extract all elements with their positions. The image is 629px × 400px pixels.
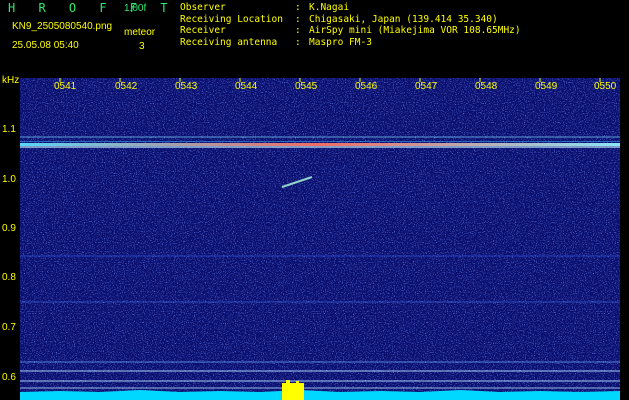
carrier-band — [20, 143, 620, 146]
filename-label: KN9_2505080540.png — [12, 21, 113, 32]
x-tick-label: 0544 — [235, 81, 258, 92]
x-tick-label: 0547 — [415, 81, 438, 92]
y-tick-label: 1.0 — [2, 174, 16, 185]
x-tick-label: 0545 — [295, 81, 318, 92]
carrier-band-upper — [20, 141, 620, 142]
carrier-band-lower — [20, 146, 620, 148]
meteor-burst-peak — [296, 381, 299, 384]
info-value: Chigasaki, Japan (139.414 35.340) — [309, 13, 498, 25]
meteor-label: meteor — [124, 27, 156, 38]
info-value: AirSpy mini (Miakejima VOR 108.65MHz) — [309, 25, 521, 36]
header-panel: H R O F F T 1.00f KN9_2505080540.png 25.… — [0, 0, 629, 72]
spectrogram-display — [20, 78, 620, 400]
noise-layer — [20, 78, 620, 400]
version-label: 1.00f — [124, 3, 147, 14]
info-key: Receiving Location — [180, 13, 283, 25]
info-key: Receiver — [180, 25, 226, 36]
info-row-antenna: Receiving antenna: Maspro FM-3 — [180, 37, 521, 49]
info-value: K.Nagai — [309, 2, 350, 13]
x-tick-label: 0542 — [115, 81, 138, 92]
app-title: H R O F F T — [8, 1, 176, 15]
observation-info: Observer: K.Nagai Receiving Location: Chig… — [180, 2, 521, 48]
x-tick-label: 0546 — [355, 81, 378, 92]
info-separator: : — [295, 25, 301, 36]
y-tick-label: 0.7 — [2, 322, 16, 333]
spectrogram-svg — [20, 78, 620, 400]
y-tick-label: 0.6 — [2, 372, 16, 383]
x-tick-label: 0550 — [594, 81, 617, 92]
signal-strength-strip — [20, 392, 620, 400]
info-row-receiver: Receiver: AirSpy mini (Miakejima VOR 108.… — [180, 25, 521, 37]
y-tick-label: 0.9 — [2, 223, 16, 234]
x-tick-label: 0541 — [54, 81, 77, 92]
info-separator: : — [295, 2, 301, 13]
x-tick-label: 0548 — [475, 81, 498, 92]
x-tick-label: 0549 — [535, 81, 558, 92]
datetime-label: 25.05.08 05:40 — [12, 40, 79, 51]
info-separator: : — [295, 13, 301, 25]
info-value: Maspro FM-3 — [309, 36, 372, 48]
info-key: Observer — [180, 2, 226, 13]
meteor-burst-peak — [286, 380, 290, 384]
y-axis-unit: kHz — [2, 75, 20, 86]
info-row-location: Receiving Location: Chigasaki, Japan (139… — [180, 14, 521, 26]
meteor-count: 3 — [139, 41, 145, 52]
info-row-observer: Observer: K.Nagai — [180, 2, 521, 14]
info-separator: : — [295, 36, 301, 48]
y-tick-label: 0.8 — [2, 272, 16, 283]
x-tick-label: 0543 — [175, 81, 198, 92]
y-tick-label: 1.1 — [2, 124, 16, 135]
info-key: Receiving antenna — [180, 36, 278, 48]
meteor-burst-marker — [282, 383, 304, 400]
